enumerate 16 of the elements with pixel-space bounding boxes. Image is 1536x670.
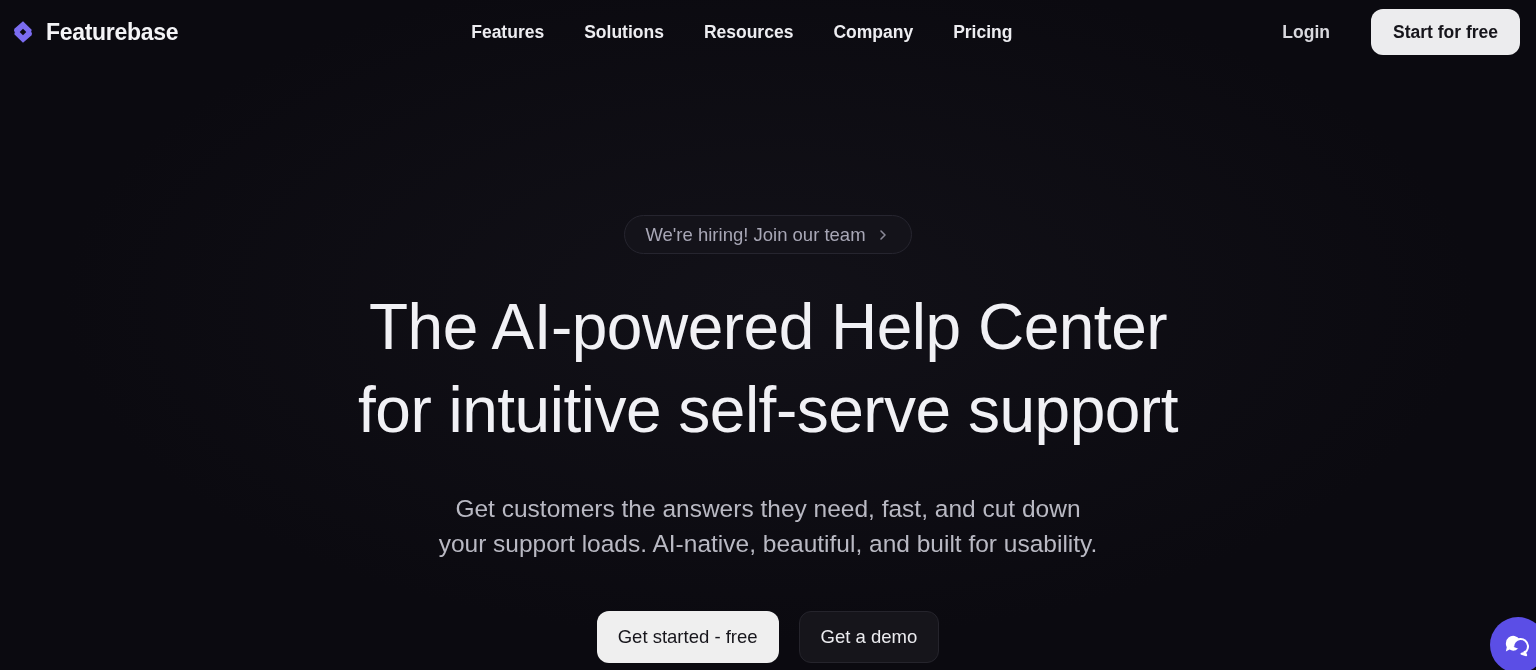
nav-link[interactable]: Pricing bbox=[953, 21, 1013, 43]
chat-bubbles-icon bbox=[1503, 633, 1529, 657]
brand-name[interactable]: Featurebase bbox=[46, 18, 179, 46]
nav-link[interactable]: Company bbox=[833, 21, 914, 43]
login-link[interactable]: Login bbox=[1282, 21, 1330, 43]
chat-widget-button[interactable] bbox=[1490, 617, 1536, 670]
hero-subheading: Get customers the answers they need, fast, and cut down your support loads. AI-native, beautiful, and built for usability. bbox=[438, 494, 1098, 559]
start-button[interactable]: Start for free bbox=[1370, 9, 1520, 55]
hero-heading: The AI-powered Help Center for intuitive self-serve support bbox=[358, 290, 1178, 448]
chevron-right-icon bbox=[878, 228, 887, 241]
nav-link[interactable]: Solutions bbox=[584, 21, 664, 43]
nav-link[interactable]: Features bbox=[471, 21, 545, 43]
hiring-announcement[interactable]: We're hiring! Join our team bbox=[624, 215, 912, 254]
get-started-button[interactable]: Get started - free bbox=[596, 611, 779, 663]
demo-button[interactable]: Get a demo bbox=[798, 611, 940, 663]
nav-link[interactable]: Resources bbox=[703, 21, 794, 43]
